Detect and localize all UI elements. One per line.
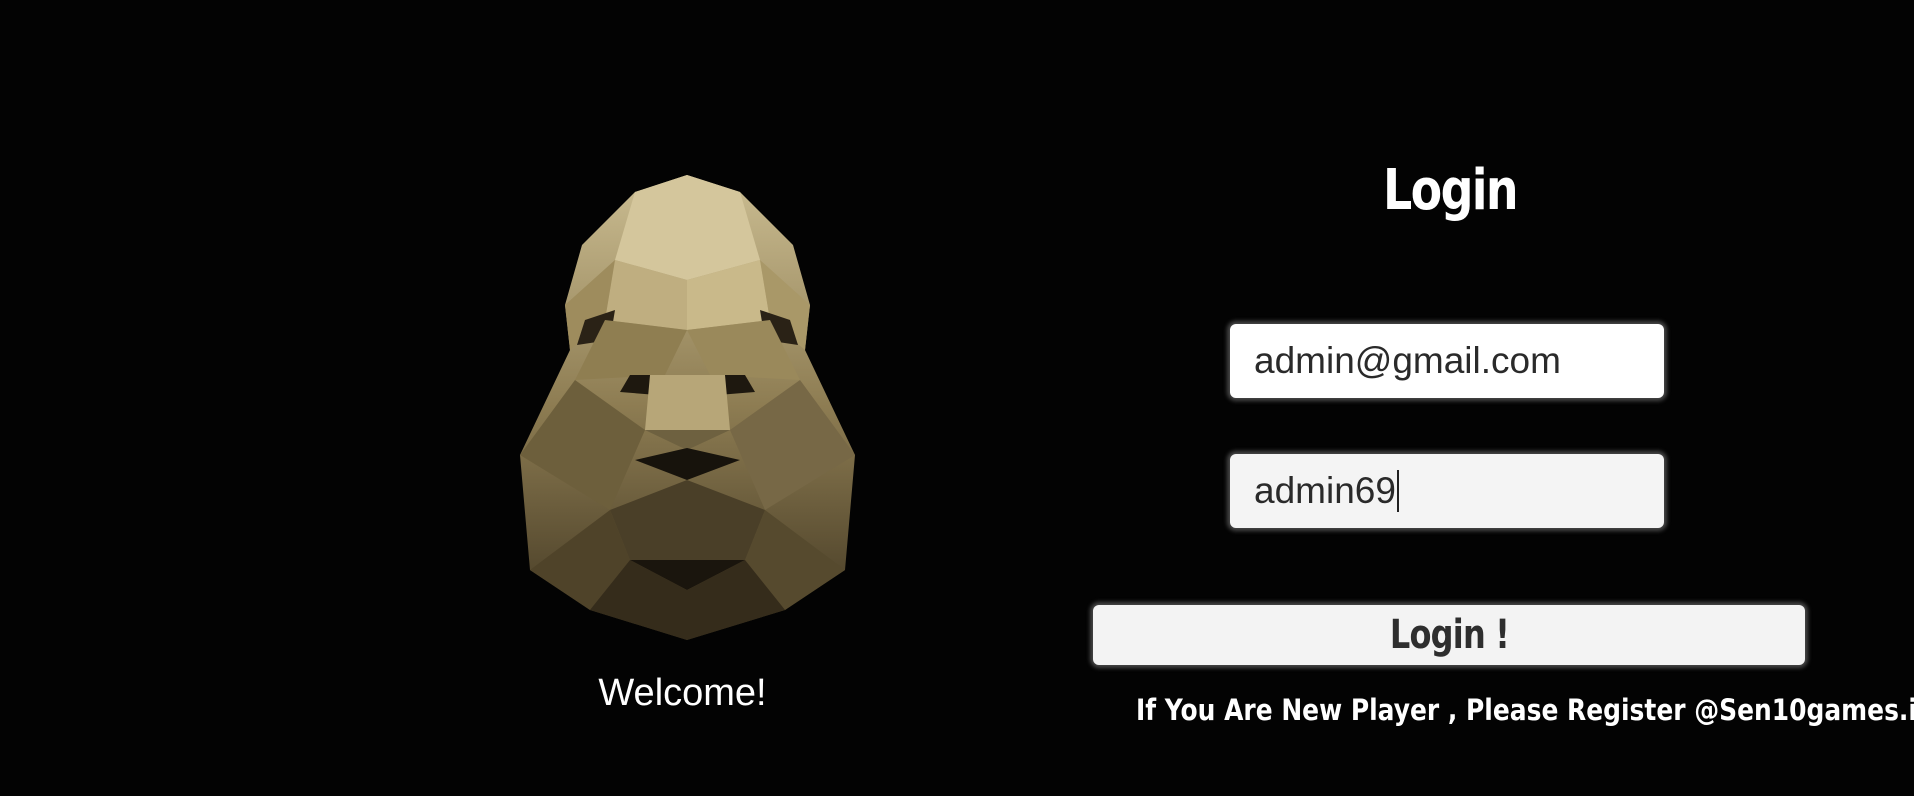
text-caret [1396, 470, 1399, 512]
login-button-label: Login ! [1389, 612, 1509, 658]
email-field[interactable]: admin@gmail.com [1230, 324, 1664, 398]
welcome-text: Welcome! [598, 672, 767, 714]
page-title: Login [1383, 158, 1519, 223]
register-prompt: If You Are New Player , Please Register … [1135, 693, 1914, 727]
email-value: admin@gmail.com [1254, 340, 1561, 381]
password-value: admin69 [1254, 470, 1396, 511]
gorilla-head-icon [515, 170, 860, 645]
password-field[interactable]: admin69 [1230, 454, 1664, 528]
login-button[interactable]: Login ! [1093, 605, 1805, 665]
